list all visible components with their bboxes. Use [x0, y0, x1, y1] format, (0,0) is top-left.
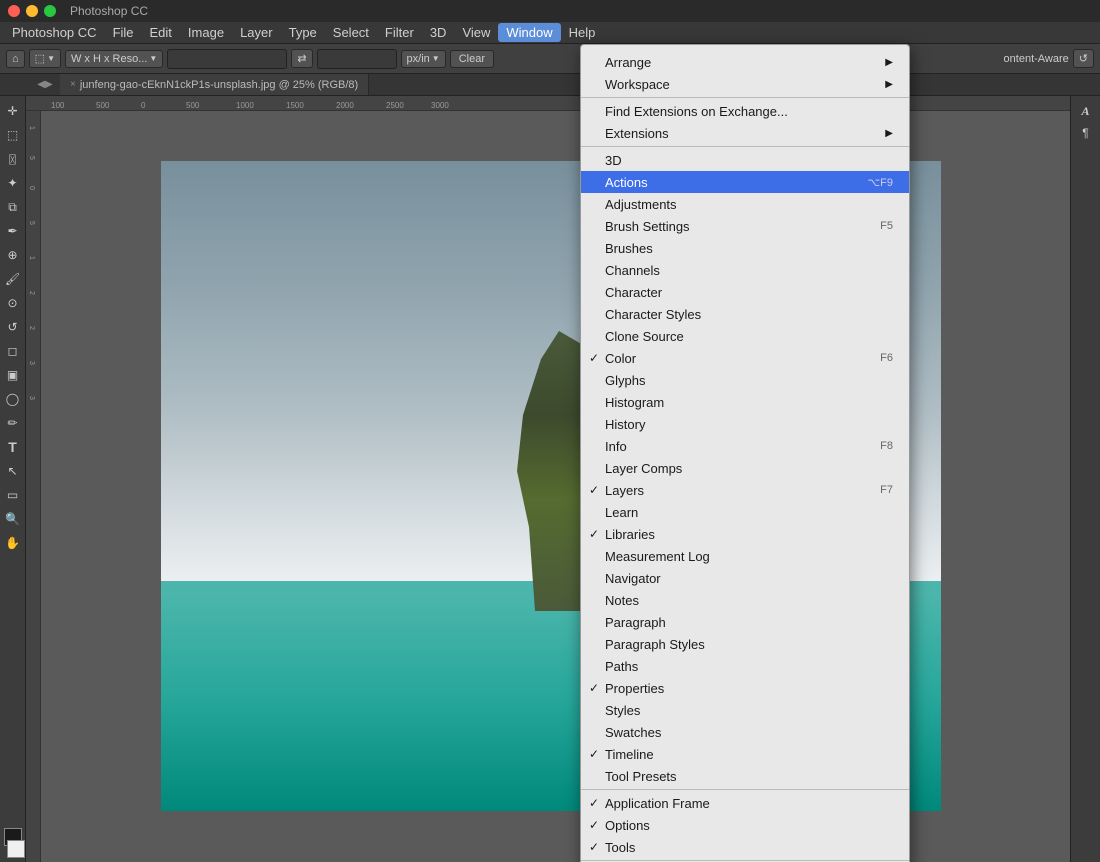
menu-brushes[interactable]: Brushes	[581, 237, 909, 259]
menu-glyphs[interactable]: Glyphs	[581, 369, 909, 391]
menu-histogram[interactable]: Histogram	[581, 391, 909, 413]
menu-section-panels: 3D Actions ⌥F9 Adjustments Brush Setting…	[581, 147, 909, 790]
prop-label: Properties	[605, 681, 893, 696]
menu-extensions[interactable]: Extensions ▶	[581, 122, 909, 144]
paths-label: Paths	[605, 659, 893, 674]
cs-label: Character Styles	[605, 307, 893, 322]
menu-section-app: ✓ Application Frame ✓ Options ✓ Tools	[581, 790, 909, 861]
ml-label: Measurement Log	[605, 549, 893, 564]
window-menu: Arrange ▶ Workspace ▶ Find Extensions on…	[580, 44, 910, 862]
menu-paths[interactable]: Paths	[581, 655, 909, 677]
notes-label: Notes	[605, 593, 893, 608]
tools-check: ✓	[589, 840, 605, 854]
opt-label: Options	[605, 818, 893, 833]
menu-measurement-log[interactable]: Measurement Log	[581, 545, 909, 567]
opt-check: ✓	[589, 818, 605, 832]
menu-learn[interactable]: Learn	[581, 501, 909, 523]
sw-label: Swatches	[605, 725, 893, 740]
nav-label: Navigator	[605, 571, 893, 586]
menu-section-arrange: Arrange ▶ Workspace ▶	[581, 49, 909, 98]
channels-label: Channels	[605, 263, 893, 278]
tl-label: Timeline	[605, 747, 893, 762]
dropdown-overlay[interactable]	[0, 0, 1100, 862]
menu-timeline[interactable]: ✓ Timeline	[581, 743, 909, 765]
arrange-arrow: ▶	[885, 57, 893, 68]
char-label: Character	[605, 285, 893, 300]
3d-label: 3D	[605, 153, 893, 168]
tp-label: Tool Presets	[605, 769, 893, 784]
menu-arrange[interactable]: Arrange ▶	[581, 51, 909, 73]
menu-notes[interactable]: Notes	[581, 589, 909, 611]
menu-application-frame[interactable]: ✓ Application Frame	[581, 792, 909, 814]
lc-label: Layer Comps	[605, 461, 893, 476]
menu-color[interactable]: ✓ Color F6	[581, 347, 909, 369]
history-label: History	[605, 417, 893, 432]
workspace-label: Workspace	[605, 77, 881, 92]
para-label: Paragraph	[605, 615, 893, 630]
brushes-label: Brushes	[605, 241, 893, 256]
arrange-label: Arrange	[605, 55, 881, 70]
menu-find-extensions[interactable]: Find Extensions on Exchange...	[581, 100, 909, 122]
menu-navigator[interactable]: Navigator	[581, 567, 909, 589]
layers-label: Layers	[605, 483, 872, 498]
menu-layers[interactable]: ✓ Layers F7	[581, 479, 909, 501]
ps-label: Paragraph Styles	[605, 637, 893, 652]
clone-label: Clone Source	[605, 329, 893, 344]
menu-styles[interactable]: Styles	[581, 699, 909, 721]
ext-label: Extensions	[605, 126, 881, 141]
menu-swatches[interactable]: Swatches	[581, 721, 909, 743]
menu-properties[interactable]: ✓ Properties	[581, 677, 909, 699]
menu-layer-comps[interactable]: Layer Comps	[581, 457, 909, 479]
menu-adjustments[interactable]: Adjustments	[581, 193, 909, 215]
menu-libraries[interactable]: ✓ Libraries	[581, 523, 909, 545]
libraries-check: ✓	[589, 527, 605, 541]
color-shortcut: F6	[880, 352, 893, 364]
menu-workspace[interactable]: Workspace ▶	[581, 73, 909, 95]
actions-shortcut: ⌥F9	[867, 176, 893, 189]
learn-label: Learn	[605, 505, 893, 520]
tools-label: Tools	[605, 840, 893, 855]
menu-tool-presets[interactable]: Tool Presets	[581, 765, 909, 787]
layers-check: ✓	[589, 483, 605, 497]
menu-options[interactable]: ✓ Options	[581, 814, 909, 836]
actions-label: Actions	[605, 175, 859, 190]
layers-shortcut: F7	[880, 484, 893, 496]
info-shortcut: F8	[880, 440, 893, 452]
styles-label: Styles	[605, 703, 893, 718]
menu-channels[interactable]: Channels	[581, 259, 909, 281]
color-check: ✓	[589, 351, 605, 365]
info-label: Info	[605, 439, 872, 454]
menu-history[interactable]: History	[581, 413, 909, 435]
find-ext-label: Find Extensions on Exchange...	[605, 104, 893, 119]
tl-check: ✓	[589, 747, 605, 761]
menu-character-styles[interactable]: Character Styles	[581, 303, 909, 325]
menu-info[interactable]: Info F8	[581, 435, 909, 457]
bs-label: Brush Settings	[605, 219, 872, 234]
menu-3d[interactable]: 3D	[581, 149, 909, 171]
menu-clone-source[interactable]: Clone Source	[581, 325, 909, 347]
prop-check: ✓	[589, 681, 605, 695]
ext-arrow: ▶	[885, 128, 893, 139]
menu-character[interactable]: Character	[581, 281, 909, 303]
bs-shortcut: F5	[880, 220, 893, 232]
histogram-label: Histogram	[605, 395, 893, 410]
menu-paragraph[interactable]: Paragraph	[581, 611, 909, 633]
menu-brush-settings[interactable]: Brush Settings F5	[581, 215, 909, 237]
menu-paragraph-styles[interactable]: Paragraph Styles	[581, 633, 909, 655]
af-check: ✓	[589, 796, 605, 810]
glyphs-label: Glyphs	[605, 373, 893, 388]
adj-label: Adjustments	[605, 197, 893, 212]
menu-tools[interactable]: ✓ Tools	[581, 836, 909, 858]
workspace-arrow: ▶	[885, 79, 893, 90]
af-label: Application Frame	[605, 796, 893, 811]
menu-actions[interactable]: Actions ⌥F9	[581, 171, 909, 193]
libraries-label: Libraries	[605, 527, 893, 542]
menu-section-extensions: Find Extensions on Exchange... Extension…	[581, 98, 909, 147]
color-label: Color	[605, 351, 872, 366]
